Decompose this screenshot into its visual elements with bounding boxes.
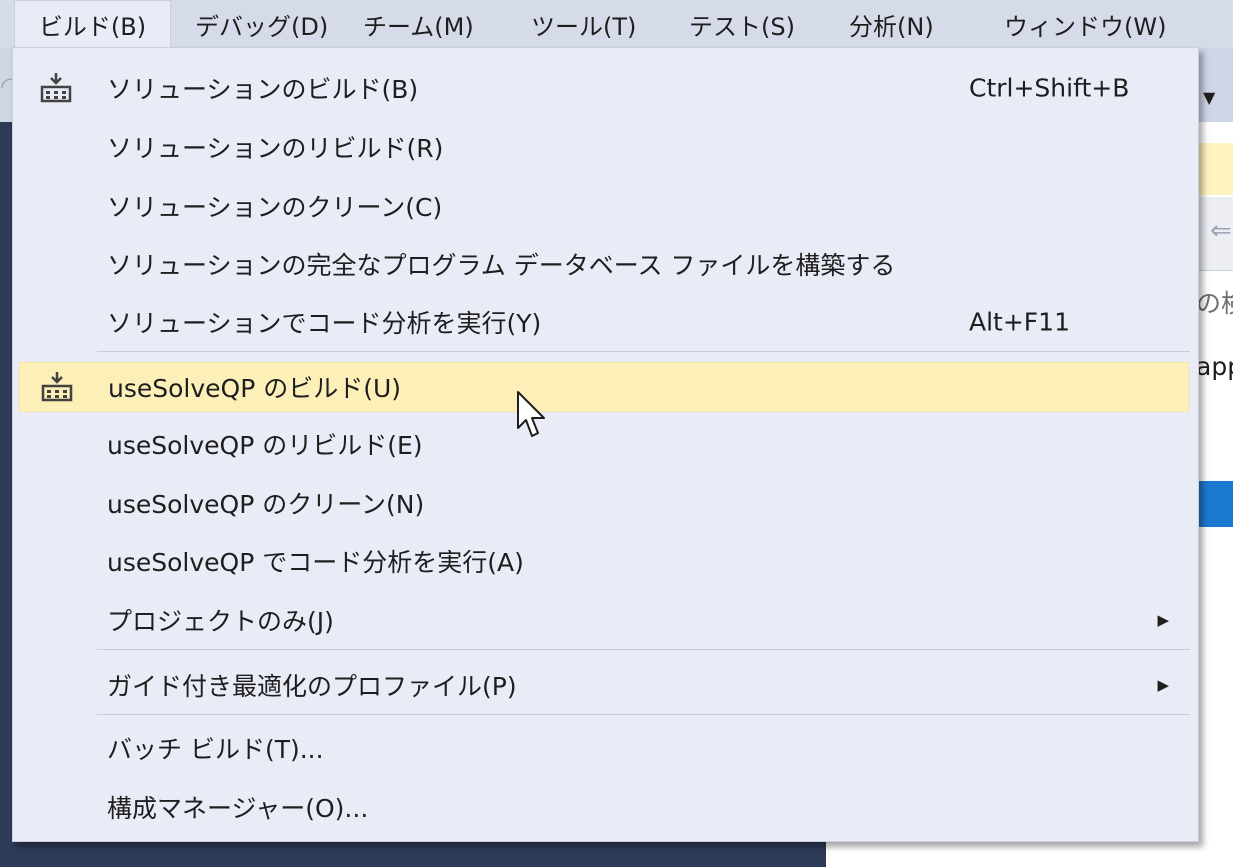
menu-separator (97, 351, 1190, 352)
menu-bar: ビルド(B) デバッグ(D) チーム(M) ツール(T) テスト(S) 分析(N… (0, 0, 1233, 48)
menu-item-profile-guided-optimization[interactable]: ガイド付き最適化のプロファイル(P) ▶ (19, 662, 1189, 708)
menu-item-configuration-manager[interactable]: 構成マネージャー(O)... (19, 784, 1189, 830)
menu-item-shortcut: Alt+F11 (969, 307, 1070, 337)
menu-tools[interactable]: ツール(T) (531, 0, 641, 48)
menu-item-label: 構成マネージャー(O)... (107, 794, 369, 823)
back-arrow-icon[interactable]: ⇐ (1210, 216, 1232, 246)
menu-item-batch-build[interactable]: バッチ ビルド(T)... (19, 725, 1189, 771)
menu-analyze[interactable]: 分析(N) (849, 0, 959, 48)
menu-team[interactable]: チーム(M) (363, 0, 483, 48)
menu-item-label: ガイド付き最適化のプロファイル(P) (107, 672, 517, 701)
menu-item-label: ソリューションのビルド(B) (107, 75, 419, 104)
app-window: ◠ ▼ ⇐ の検 app ビルド(B) デバッグ(D) チーム(M) ツール(T… (0, 0, 1233, 867)
toolbar-dropdown-icon[interactable]: ▼ (1203, 88, 1215, 107)
submenu-arrow-icon: ▶ (1157, 676, 1169, 694)
build-menu-dropdown: ソリューションのビルド(B) Ctrl+Shift+B ソリューションのリビルド… (12, 47, 1199, 842)
menu-item-build-project[interactable]: useSolveQP のビルド(U) (19, 362, 1189, 412)
menu-item-label: useSolveQP のリビルド(E) (107, 431, 423, 460)
menu-build[interactable]: ビルド(B) (14, 0, 171, 48)
build-icon (40, 73, 72, 103)
menu-item-label: useSolveQP でコード分析を実行(A) (107, 548, 524, 577)
menu-item-shortcut: Ctrl+Shift+B (969, 73, 1130, 103)
menu-item-rebuild-solution[interactable]: ソリューションのリビルド(R) (19, 124, 1189, 170)
panel-search-text: の検 (1196, 289, 1233, 318)
build-icon (41, 372, 73, 402)
menu-item-label: ソリューションのリビルド(R) (107, 134, 444, 163)
menu-item-rebuild-project[interactable]: useSolveQP のリビルド(E) (19, 421, 1189, 467)
menu-separator (97, 714, 1190, 715)
menu-item-run-code-analysis-solution[interactable]: ソリューションでコード分析を実行(Y) Alt+F11 (19, 299, 1189, 345)
menu-item-label: プロジェクトのみ(J) (107, 607, 334, 636)
menu-item-label: ソリューションの完全なプログラム データベース ファイルを構築する (107, 251, 896, 280)
menu-item-label: useSolveQP のビルド(U) (108, 374, 402, 403)
menu-item-project-only[interactable]: プロジェクトのみ(J) ▶ (19, 597, 1189, 643)
menu-item-build-solution[interactable]: ソリューションのビルド(B) Ctrl+Shift+B (19, 65, 1189, 111)
menu-window[interactable]: ウィンドウ(W) (1004, 0, 1169, 48)
menu-item-label: バッチ ビルド(T)... (107, 735, 324, 764)
mouse-pointer-icon (517, 391, 545, 437)
menu-test[interactable]: テスト(S) (689, 0, 799, 48)
menu-debug[interactable]: デバッグ(D) (195, 0, 343, 48)
submenu-arrow-icon: ▶ (1157, 611, 1169, 629)
menu-item-label: ソリューションでコード分析を実行(Y) (107, 309, 542, 338)
menu-item-clean-project[interactable]: useSolveQP のクリーン(N) (19, 480, 1189, 526)
panel-item-text: app (1196, 352, 1233, 381)
menu-item-clean-solution[interactable]: ソリューションのクリーン(C) (19, 183, 1189, 229)
menu-item-build-full-pdb[interactable]: ソリューションの完全なプログラム データベース ファイルを構築する (19, 241, 1189, 287)
menu-item-label: ソリューションのクリーン(C) (107, 193, 443, 222)
menu-item-label: useSolveQP のクリーン(N) (107, 490, 425, 519)
menu-item-run-code-analysis-project[interactable]: useSolveQP でコード分析を実行(A) (19, 538, 1189, 584)
menu-separator (97, 649, 1190, 650)
